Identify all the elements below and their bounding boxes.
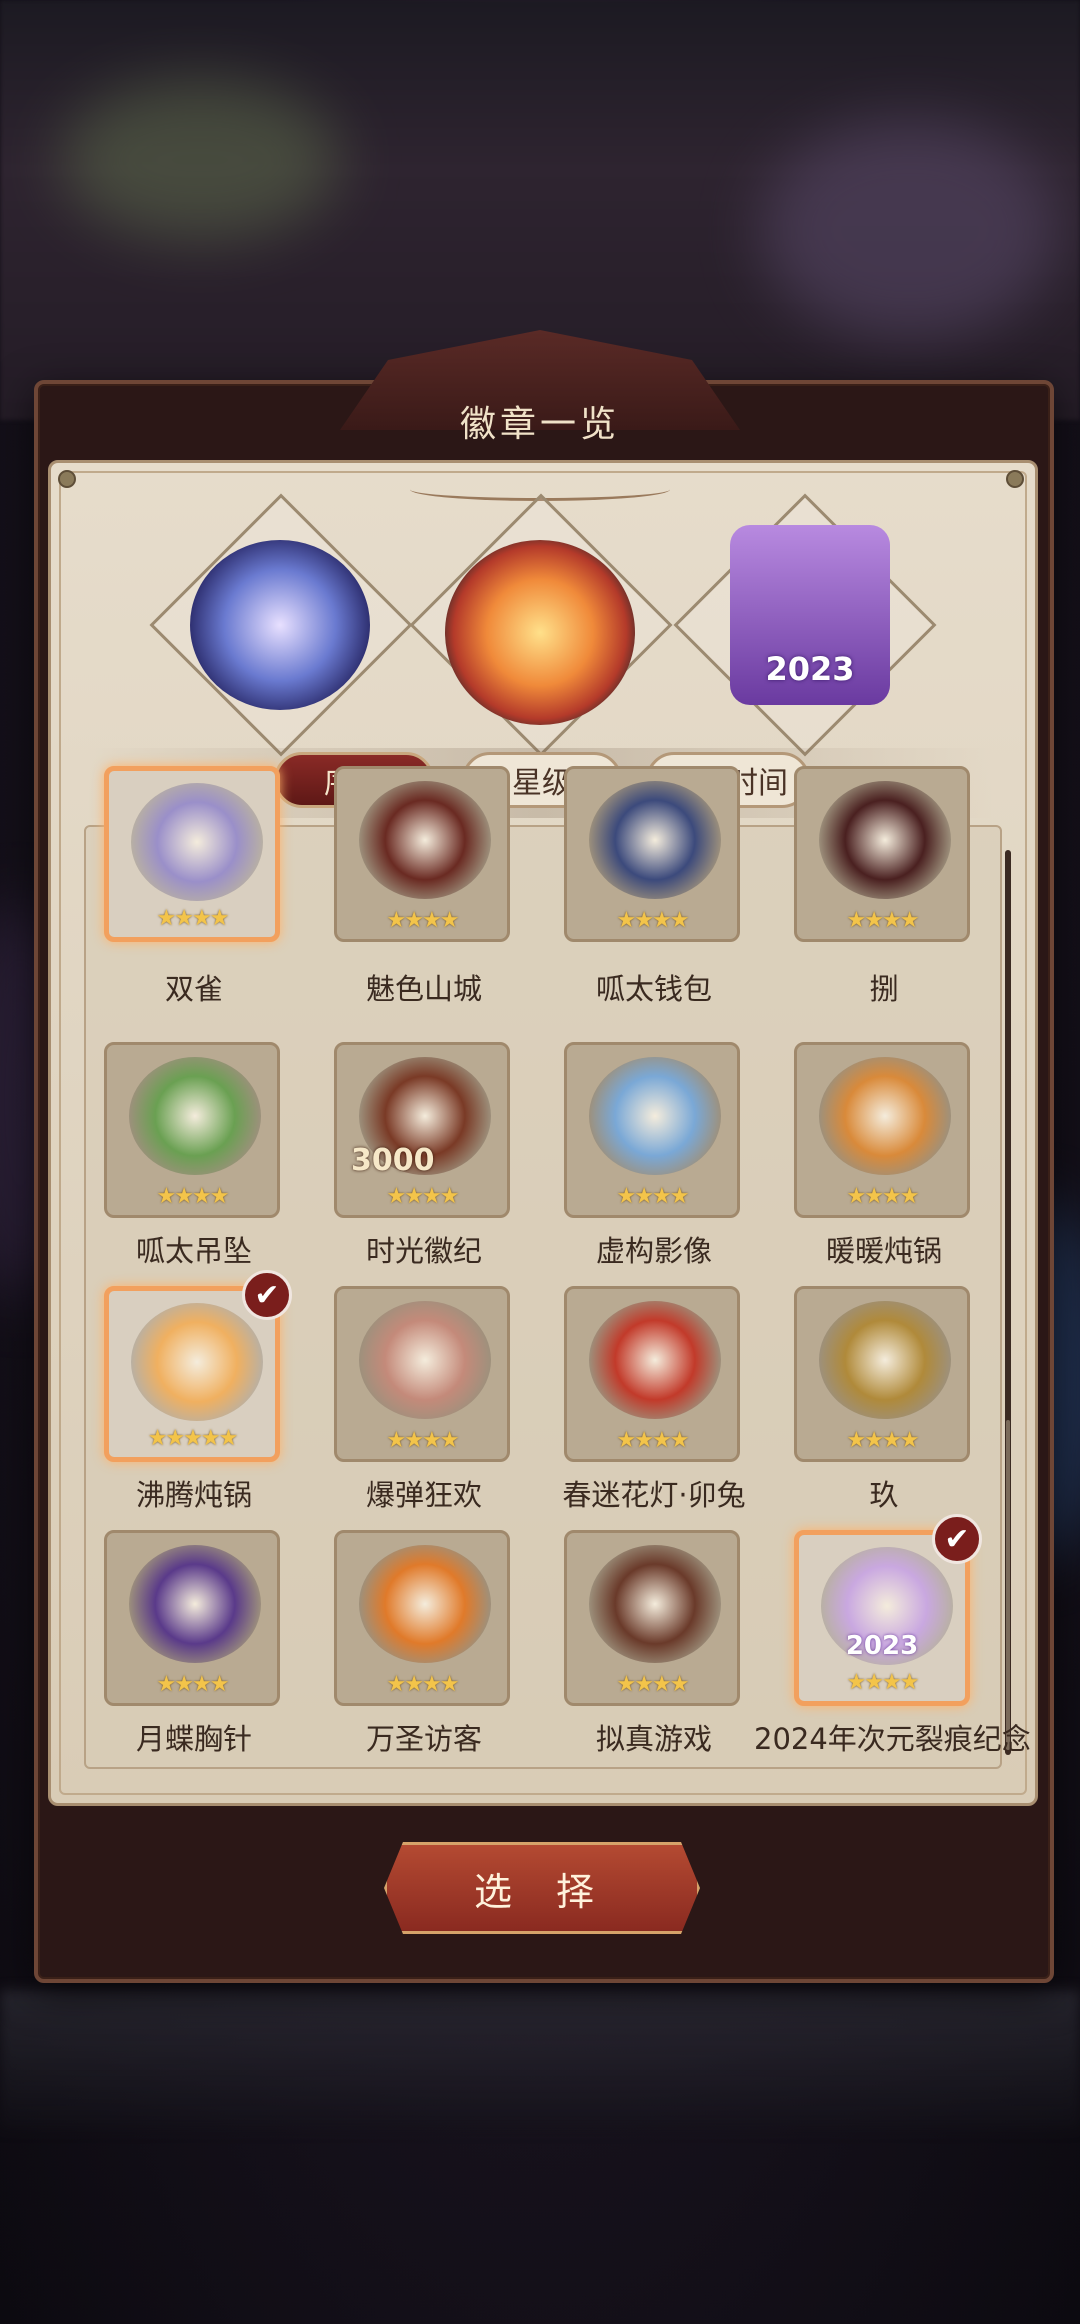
badge-name: 春迷花灯·卯兔 <box>562 1478 746 1512</box>
dialog-title: 徽章一览 <box>459 404 620 445</box>
badge-cell[interactable]: 3000 ★★★★ 时光徽纪 <box>334 1042 514 1268</box>
badge-tile[interactable]: ★★★★ <box>334 1286 510 1462</box>
badge-stars: ★★★★ <box>846 1670 920 1695</box>
equipped-check-icon: ✔ <box>932 1514 982 1564</box>
badge-cell[interactable]: ★★★★ 月蝶胸针 <box>104 1530 284 1756</box>
twin-sparrow-badge-icon <box>190 540 370 710</box>
badge-cell[interactable]: ★★★★ 魅色山城 <box>334 766 514 1026</box>
badge-year-label: 2023 <box>845 1631 919 1661</box>
badge-name: 魅色山城 <box>365 972 482 1006</box>
badge-stars: ★★★★ <box>846 1184 920 1209</box>
badge-stars: ★★★★★ <box>147 1426 239 1451</box>
badge-tile[interactable]: ★★★★ <box>334 1530 510 1706</box>
badge-art-icon <box>819 1301 951 1419</box>
badge-cell[interactable]: ★★★★ 呱太吊坠 <box>104 1042 284 1268</box>
badge-cell[interactable]: ★★★★ 双雀 <box>104 766 284 1026</box>
badge-stars: ★★★★ <box>156 906 230 931</box>
hotpot-badge-icon <box>445 540 635 725</box>
badge-cell[interactable]: ★★★★ 拟真游戏 <box>564 1530 744 1756</box>
badge-name: 暖暖炖锅 <box>825 1234 942 1268</box>
badge-art-icon <box>819 781 951 899</box>
badge-art-icon <box>359 781 491 899</box>
badge-name: 月蝶胸针 <box>135 1722 252 1756</box>
badge-art-icon <box>589 781 721 899</box>
badge-cell[interactable]: ★★★★ 暖暖炖锅 <box>794 1042 974 1268</box>
badge-stars: ★★★★ <box>846 1428 920 1453</box>
badge-tile[interactable]: ★★★★ <box>564 1042 740 1218</box>
badge-name: 捌 <box>869 972 899 1006</box>
badge-stars: ★★★★ <box>616 908 690 933</box>
badge-art-icon <box>129 1057 261 1175</box>
badge-tile[interactable]: ★★★★ <box>104 766 280 942</box>
badge-name: 沸腾炖锅 <box>135 1478 252 1512</box>
corner-rivet <box>58 470 76 488</box>
select-button[interactable]: 选 择 <box>384 1842 700 1934</box>
badge-name: 拟真游戏 <box>595 1722 712 1756</box>
scrollbar-thumb[interactable] <box>1006 1420 1010 1750</box>
badge-art-icon <box>359 1301 491 1419</box>
badge-stars: ★★★★ <box>616 1428 690 1453</box>
badge-art-icon <box>589 1057 721 1175</box>
badge-stars: ★★★★ <box>156 1184 230 1209</box>
badge-tile[interactable]: 3000 ★★★★ <box>334 1042 510 1218</box>
badge-stars: ★★★★ <box>616 1672 690 1697</box>
badge-year-label: 2023 <box>765 650 855 688</box>
badge-cell[interactable]: 2023 ★★★★ 2024年次元裂痕纪念 ✔ <box>754 1514 1031 1756</box>
badge-name: 爆弹狂欢 <box>365 1478 482 1512</box>
badge-tile[interactable]: ★★★★ <box>794 766 970 942</box>
badge-tile[interactable]: ★★★★ <box>564 1286 740 1462</box>
badge-cell[interactable]: ★★★★ 捌 <box>794 766 974 1026</box>
badge-name: 双雀 <box>164 972 223 1006</box>
badge-stars: ★★★★ <box>846 908 920 933</box>
badge-name: 呱太吊坠 <box>135 1234 252 1268</box>
background-bottom-bar <box>0 1990 1080 2130</box>
badge-cell[interactable]: ★★★★ 虚构影像 <box>564 1042 744 1268</box>
badge-tile[interactable]: ★★★★ <box>794 1042 970 1218</box>
badge-stars: ★★★★ <box>616 1184 690 1209</box>
badge-name: 万圣访客 <box>365 1722 482 1756</box>
badge-number: 3000 <box>351 1143 435 1178</box>
badge-name: 时光徽纪 <box>365 1234 482 1268</box>
badge-tile[interactable]: ★★★★ <box>564 766 740 942</box>
corner-rivet <box>1006 470 1024 488</box>
badge-art-icon <box>131 783 263 901</box>
badge-art-icon <box>129 1545 261 1663</box>
badge-stars: ★★★★ <box>386 908 460 933</box>
equipped-check-icon: ✔ <box>242 1270 292 1320</box>
badge-name: 虚构影像 <box>595 1234 712 1268</box>
badge-cell[interactable]: ★★★★★ 沸腾炖锅 ✔ <box>104 1270 292 1512</box>
badge-cell[interactable]: ★★★★ 万圣访客 <box>334 1530 514 1756</box>
badge-tile[interactable]: ★★★★ <box>104 1530 280 1706</box>
badge-cell[interactable]: ★★★★ 爆弹狂欢 <box>334 1286 514 1512</box>
badge-name: 呱太钱包 <box>595 972 712 1006</box>
badge-tile[interactable]: ★★★★ <box>104 1042 280 1218</box>
badge-stars: ★★★★ <box>386 1428 460 1453</box>
badge-tile[interactable]: ★★★★ <box>794 1286 970 1462</box>
badge-art-icon <box>819 1057 951 1175</box>
badge-tile[interactable]: ★★★★ <box>564 1530 740 1706</box>
badge-art-icon <box>589 1545 721 1663</box>
badge-art-icon <box>131 1303 263 1421</box>
badge-art-icon <box>359 1545 491 1663</box>
badge-stars: ★★★★ <box>386 1184 460 1209</box>
badge-stars: ★★★★ <box>386 1672 460 1697</box>
badge-cell[interactable]: ★★★★ 玖 <box>794 1286 974 1512</box>
badge-art-icon <box>589 1301 721 1419</box>
badge-cell[interactable]: ★★★★ 春迷花灯·卯兔 <box>562 1286 746 1512</box>
background-blur <box>760 120 1060 340</box>
badge-cell[interactable]: ★★★★ 呱太钱包 <box>564 766 744 1026</box>
badge-stars: ★★★★ <box>156 1672 230 1697</box>
background-blur <box>60 80 340 240</box>
badge-name: 2024年次元裂痕纪念 <box>754 1722 1031 1756</box>
badge-name: 玖 <box>869 1478 899 1512</box>
badge-tile[interactable]: ★★★★ <box>334 766 510 942</box>
